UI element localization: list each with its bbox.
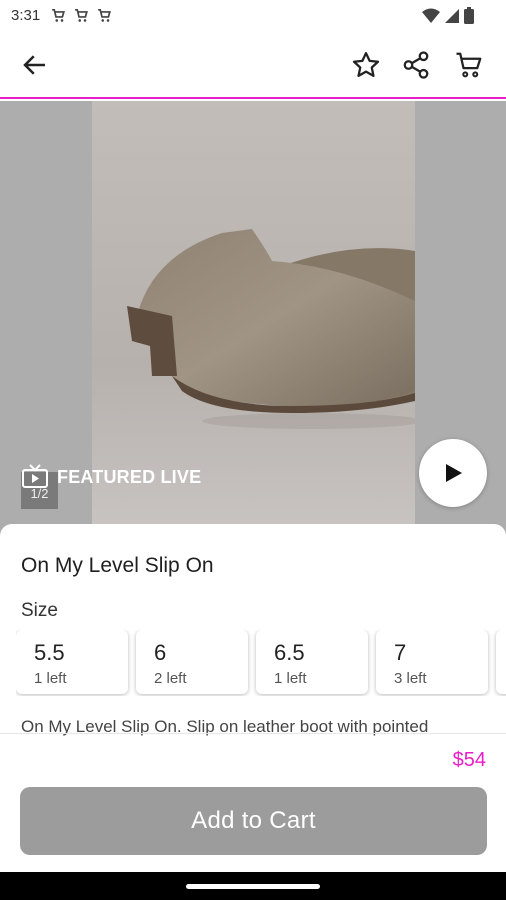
star-outline-icon <box>352 52 380 77</box>
size-value: 6.5 <box>274 640 305 665</box>
size-selector[interactable]: 5.5 1 left 6 2 left 6.5 1 left 7 3 left <box>16 630 506 696</box>
battery-icon <box>464 7 474 24</box>
size-label: Size <box>21 600 58 621</box>
product-price: $54 <box>452 749 486 771</box>
size-option[interactable]: 6 2 left <box>136 630 248 694</box>
size-stock: 2 left <box>154 670 187 687</box>
cart-notification-icon <box>52 8 65 22</box>
back-arrow-icon <box>23 55 45 75</box>
cart-notification-icon <box>75 8 88 22</box>
wifi-icon <box>422 8 440 23</box>
share-button[interactable] <box>394 43 438 87</box>
cart-button[interactable] <box>447 43 491 87</box>
cart-icon <box>456 52 482 78</box>
size-value: 5.5 <box>34 640 65 665</box>
notification-icons <box>50 7 113 24</box>
size-stock: 1 left <box>274 670 307 687</box>
size-value: 7 <box>394 640 407 665</box>
home-handle[interactable] <box>186 884 320 889</box>
size-option-partial[interactable] <box>496 630 506 694</box>
play-button[interactable] <box>419 439 487 507</box>
size-option[interactable]: 5.5 1 left <box>16 630 128 694</box>
back-button[interactable] <box>13 43 57 87</box>
product-sheet: On My Level Slip On Size 5.5 1 left 6 2 … <box>0 524 506 872</box>
app-bar <box>0 32 506 99</box>
product-description: On My Level Slip On. Slip on leather boo… <box>21 717 429 736</box>
product-title: On My Level Slip On <box>21 554 214 577</box>
size-stock: 3 left <box>394 670 427 687</box>
signal-icon <box>445 8 459 23</box>
play-icon <box>446 464 462 482</box>
system-nav-bar <box>0 872 506 900</box>
featured-live-label: FEATURED LIVE <box>57 466 202 487</box>
product-media[interactable]: 1/2 FEATURED LIVE <box>0 101 506 541</box>
share-icon <box>403 51 429 79</box>
size-stock: 1 left <box>34 670 67 687</box>
cart-notification-icon <box>98 8 111 22</box>
tv-icon <box>22 464 48 488</box>
system-icons <box>422 7 474 24</box>
size-option[interactable]: 7 3 left <box>376 630 488 694</box>
favorite-button[interactable] <box>344 43 388 87</box>
divider <box>0 733 506 734</box>
size-option[interactable]: 6.5 1 left <box>256 630 368 694</box>
add-to-cart-button[interactable]: Add to Cart <box>20 787 487 855</box>
status-time: 3:31 <box>11 7 41 24</box>
featured-live-badge[interactable]: FEATURED LIVE <box>21 464 201 490</box>
size-value: 6 <box>154 640 167 665</box>
status-bar: 3:31 <box>0 0 506 32</box>
